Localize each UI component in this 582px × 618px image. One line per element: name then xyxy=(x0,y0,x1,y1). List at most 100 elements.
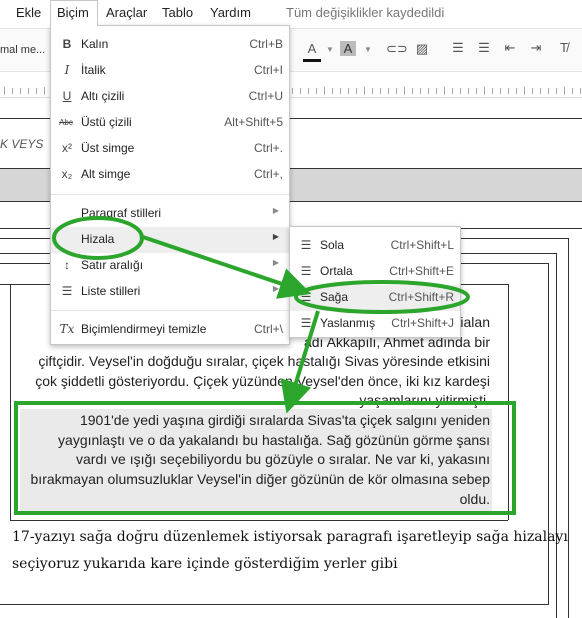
menu-item-line-spacing[interactable]: ↕ Satır aralığı ▶ xyxy=(51,253,289,279)
bold-icon: B xyxy=(62,37,72,51)
highlight-color-icon[interactable]: A xyxy=(340,41,356,56)
clear-format-icon[interactable]: T̸ xyxy=(556,40,572,55)
ruler-tick xyxy=(420,88,421,94)
menu-item-shortcut: Ctrl+B xyxy=(249,37,283,51)
ruler-tick xyxy=(556,88,557,94)
numbered-list-icon[interactable]: ☰ xyxy=(450,40,466,56)
save-status: Tüm değişiklikler kaydedildi xyxy=(286,5,445,20)
submenu-arrow-icon: ▶ xyxy=(272,258,279,267)
selected-line[interactable]: oldu. xyxy=(460,491,490,507)
ruler-tick xyxy=(356,88,357,94)
increase-indent-icon[interactable]: ⇥ xyxy=(528,40,544,56)
selected-line[interactable]: vardı ve ışığı seçebiliyordu bu gözüyle … xyxy=(76,451,490,467)
subscript-icon: x₂ xyxy=(61,167,73,181)
ruler-tick xyxy=(372,88,373,94)
menu-item-shortcut: Ctrl+Shift+E xyxy=(389,264,454,278)
ruler-tick xyxy=(516,88,517,94)
menu-item-label: Yaslanmış xyxy=(320,316,376,330)
menu-yardim[interactable]: Yardım xyxy=(210,5,251,20)
ruler-tick xyxy=(524,87,525,95)
menu-item-paragraph-styles[interactable]: Paragraf stilleri ▶ xyxy=(51,201,289,227)
ruler-tick xyxy=(380,88,381,94)
menu-item-align-right[interactable]: ☰ Sağa Ctrl+Shift+R xyxy=(290,285,460,311)
menu-item-clear-formatting[interactable]: Tx Biçimlendirmeyi temizle Ctrl+\ xyxy=(51,317,289,343)
menu-item-label: Sağa xyxy=(320,290,349,304)
link-icon[interactable]: ⊂⊃ xyxy=(386,41,408,57)
ruler-tick xyxy=(340,88,341,94)
menu-item-label: Sola xyxy=(320,238,345,252)
chevron-down-icon[interactable]: ▼ xyxy=(326,45,334,54)
ruler-tick xyxy=(396,88,397,94)
frame-line xyxy=(548,263,549,605)
ruler-tick xyxy=(580,88,581,94)
menu-item-label: Hizala xyxy=(81,232,115,246)
menu-item-list-styles[interactable]: ☰ Liste stilleri ▶ xyxy=(51,279,289,305)
menu-item-align-center[interactable]: ☰ Ortala Ctrl+Shift+E xyxy=(290,259,460,285)
menu-item-underline[interactable]: U Altı çizili Ctrl+U xyxy=(51,84,289,110)
text-color-swatch xyxy=(303,59,321,62)
menu-item-label: Biçimlendirmeyi temizle xyxy=(81,322,207,336)
submenu-arrow-icon: ▶ xyxy=(272,206,279,215)
menu-araclar[interactable]: Araçlar xyxy=(106,5,147,20)
menu-item-shortcut: Ctrl+Shift+L xyxy=(390,238,454,252)
menu-item-shortcut: Ctrl+Shift+R xyxy=(388,290,454,304)
ruler-tick xyxy=(28,88,29,94)
frame-line xyxy=(10,284,11,520)
menu-item-align[interactable]: Hizala ▶ xyxy=(51,227,289,253)
menu-ekle[interactable]: Ekle xyxy=(16,5,41,20)
menu-item-strikethrough[interactable]: Abc Üstü çizili Alt+Shift+5 xyxy=(51,110,289,136)
menu-item-bold[interactable]: B Kalın Ctrl+B xyxy=(51,32,289,58)
decrease-indent-icon[interactable]: ⇤ xyxy=(502,40,518,56)
menu-item-superscript[interactable]: x² Üst simge Ctrl+. xyxy=(51,136,289,162)
menu-item-align-left[interactable]: ☰ Sola Ctrl+Shift+L xyxy=(290,233,460,259)
ruler-tick xyxy=(476,88,477,94)
ruler-tick xyxy=(572,88,573,94)
selected-line[interactable]: 1901'de yedi yaşına girdiği sıralarda Si… xyxy=(80,412,490,428)
frame-line xyxy=(556,253,557,618)
ruler-tick xyxy=(548,88,549,94)
image-icon[interactable]: ▨ xyxy=(414,41,430,57)
ruler-tick xyxy=(564,87,565,95)
menu-item-label: Alt simge xyxy=(81,167,131,181)
paragraph-line: çok şiddetli gösteriyordu. Çiçek yüzünde… xyxy=(35,373,490,389)
ruler-tick xyxy=(404,87,405,95)
menu-item-subscript[interactable]: x₂ Alt simge Ctrl+, xyxy=(51,162,289,188)
header-text: K VEYS xyxy=(0,137,44,151)
paragraph-line: çiftçidir. Veysel'in doğduğu sıralar, çi… xyxy=(38,353,490,369)
ruler-tick xyxy=(452,88,453,94)
italic-icon: I xyxy=(64,63,70,77)
submenu-arrow-icon: ▶ xyxy=(272,284,279,293)
ruler-tick xyxy=(4,87,5,95)
ruler-tick xyxy=(428,88,429,94)
menu-item-align-justify[interactable]: ☰ Yaslanmış Ctrl+Shift+J xyxy=(290,311,460,337)
chevron-down-icon[interactable]: ▼ xyxy=(364,45,372,54)
menu-item-italic[interactable]: I İtalik Ctrl+I xyxy=(51,58,289,84)
align-center-icon: ☰ xyxy=(300,264,312,278)
menu-item-label: Ortala xyxy=(320,264,353,278)
menu-item-label: Satır aralığı xyxy=(81,258,144,272)
superscript-icon: x² xyxy=(62,141,72,155)
menu-bicim-active-tab[interactable]: Biçim xyxy=(50,0,98,26)
paragraph-style-select[interactable]: mal me... xyxy=(0,44,45,56)
format-menu: B Kalın Ctrl+B I İtalik Ctrl+I U Altı çi… xyxy=(50,25,290,345)
menu-item-shortcut: Ctrl+Shift+J xyxy=(391,316,454,330)
ruler-tick xyxy=(316,88,317,94)
bulleted-list-icon[interactable]: ☰ xyxy=(476,40,492,56)
ruler-tick xyxy=(460,88,461,94)
ruler-tick xyxy=(292,88,293,94)
caption-line: 17-yazıyı sağa doğru düzenlemek istiyors… xyxy=(12,529,568,545)
ruler-tick xyxy=(388,88,389,94)
selected-line[interactable]: bırakmayan olumsuzluklar Veysel'in diğer… xyxy=(31,471,490,487)
menu-tablo[interactable]: Tablo xyxy=(162,5,193,20)
ruler-tick xyxy=(12,88,13,94)
ruler-tick xyxy=(308,88,309,94)
menu-bicim[interactable]: Biçim xyxy=(57,5,89,20)
ruler-tick xyxy=(348,88,349,94)
text-color-icon[interactable]: A xyxy=(304,41,320,56)
ruler-tick xyxy=(364,87,365,95)
ruler-tick xyxy=(300,88,301,94)
menu-item-label: Liste stilleri xyxy=(81,284,141,298)
align-justify-icon: ☰ xyxy=(300,316,312,330)
frame-line xyxy=(508,284,509,520)
selected-line[interactable]: yaygınlaştı ve o da yakalandı bu hastalı… xyxy=(58,432,490,448)
